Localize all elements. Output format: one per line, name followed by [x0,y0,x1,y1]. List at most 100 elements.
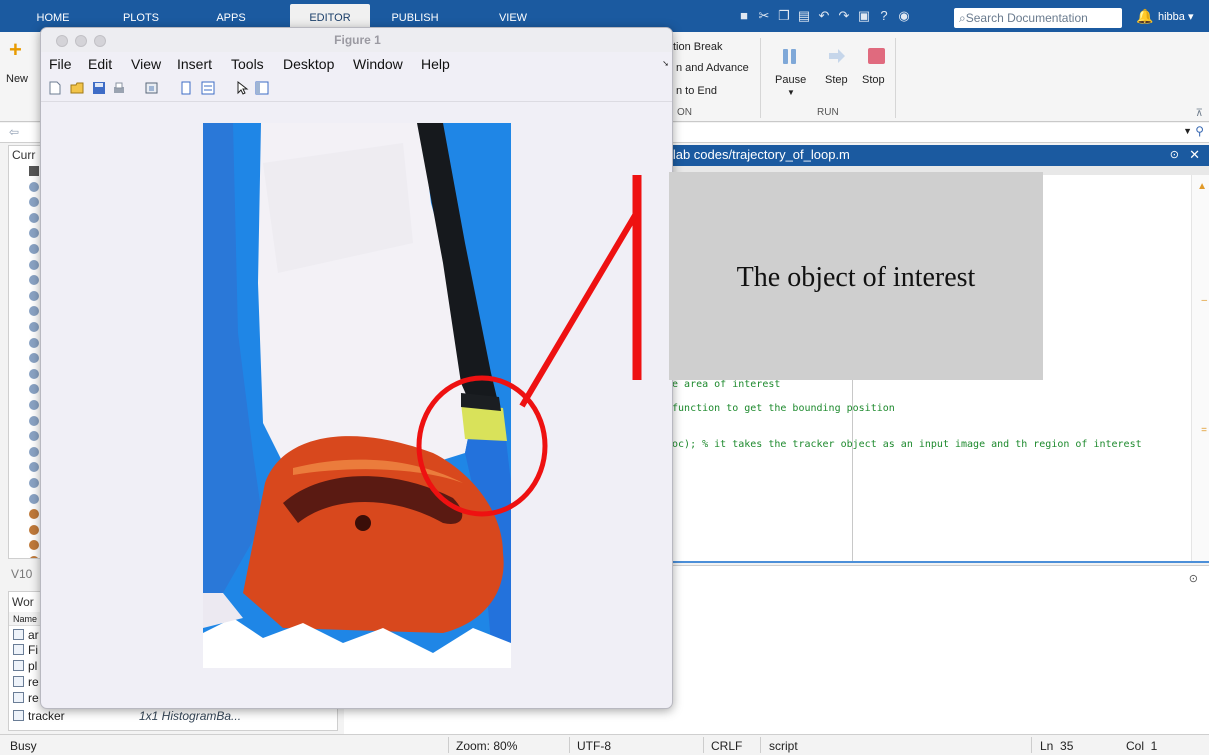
mat-file-icon[interactable] [29,493,39,504]
search-documentation-input[interactable]: ⌕Search Documentation [954,8,1122,28]
m-file-icon[interactable] [29,524,39,535]
mat-file-icon[interactable] [29,244,39,254]
new-label: New [6,73,29,85]
run-group-label: RUN [817,107,839,118]
command-window-actions-icon[interactable]: ⊙ [1189,572,1198,585]
mat-file-icon[interactable] [29,228,39,239]
mat-file-icon[interactable] [29,212,39,223]
variable-name: ar [28,628,39,642]
address-dropdown-icon[interactable]: ▼ [1183,126,1192,136]
object-icon [13,660,24,671]
pause-dropdown-icon[interactable]: ▼ [787,88,795,97]
warning-marker-icon[interactable]: = [1201,425,1207,436]
help-icon[interactable]: ? [875,7,893,25]
status-separator [569,737,570,753]
menu-desktop[interactable]: Desktop [283,56,334,72]
menu-window[interactable]: Window [353,56,403,72]
mat-file-icon[interactable] [29,306,39,317]
folder-search-icon[interactable]: ⚲ [1195,124,1204,138]
cut-icon[interactable]: ✂ [755,7,773,25]
hide-plot-tools-icon[interactable] [179,81,193,95]
mat-file-icon[interactable] [29,462,39,473]
mat-file-icon[interactable] [29,322,39,332]
status-separator [448,737,449,753]
community-icon[interactable]: ◉ [895,7,913,25]
stop-button[interactable]: Stop [862,74,885,86]
menu-edit[interactable]: Edit [88,56,112,72]
code-line[interactable]: ne area of interest [666,379,780,390]
property-inspector-icon[interactable] [255,81,269,95]
step-button[interactable]: Step [825,74,848,86]
mat-file-icon[interactable] [29,415,39,426]
code-line[interactable]: Loc); % it takes the tracker object as a… [666,439,1142,450]
mat-file-icon[interactable] [29,275,39,286]
insert-legend-icon[interactable] [201,81,215,95]
mat-file-icon[interactable] [29,431,39,442]
menu-insert[interactable]: Insert [177,56,212,72]
new-button[interactable]: + New [6,39,36,120]
status-zoom: Zoom: 80% [456,739,518,753]
annotation-callout-box: The object of interest [669,172,1043,380]
status-separator [760,737,761,753]
pause-icon[interactable] [779,46,801,66]
mat-file-icon[interactable] [29,353,39,364]
variable-name: tracker [28,709,65,723]
link-plot-icon[interactable] [145,81,159,95]
run-and-advance-breakpoint[interactable]: tion Break [673,41,723,53]
paste-icon[interactable]: ▤ [795,7,813,25]
menu-help[interactable]: Help [421,56,450,72]
mat-file-icon[interactable] [29,181,39,192]
mat-file-icon[interactable] [29,290,39,301]
mat-file-icon[interactable] [29,400,39,410]
save-icon[interactable]: ■ [735,7,753,25]
mat-file-icon[interactable] [29,446,39,457]
save-figure-icon[interactable] [92,81,106,95]
collapse-toolstrip-icon[interactable]: ⊼ [1196,108,1203,119]
user-account-menu[interactable]: hibba ▾ [1158,10,1194,23]
warning-marker-icon[interactable]: ▲ [1197,181,1207,192]
editor-actions-icon[interactable]: ⊙ [1170,148,1179,161]
mat-file-icon[interactable] [29,197,39,208]
undo-icon[interactable]: ↶ [815,7,833,25]
matrix-icon [13,644,24,655]
variable-value: 1x1 HistogramBa... [139,709,242,723]
copy-icon[interactable]: ❐ [775,7,793,25]
object-icon [13,710,24,721]
mat-file-icon[interactable] [29,166,39,176]
mat-file-icon[interactable] [29,368,39,379]
figure-menu-bar: File Edit View Insert Tools Desktop Wind… [41,52,672,76]
new-figure-icon[interactable] [48,81,62,95]
menu-file[interactable]: File [49,56,72,72]
print-icon[interactable] [112,81,126,95]
object-icon [13,692,24,703]
code-line[interactable]: function to get the bounding position [666,403,895,414]
pause-button[interactable]: Pause [775,74,806,86]
mat-file-icon[interactable] [29,478,39,488]
status-separator [703,737,704,753]
figure-title-bar[interactable]: Figure 1 [41,28,672,52]
open-file-icon[interactable] [70,81,84,95]
mat-file-icon[interactable] [29,259,39,270]
notification-bell-icon[interactable]: 🔔 [1136,8,1153,25]
run-and-advance-button[interactable]: n and Advance [676,62,749,74]
menu-tools[interactable]: Tools [231,56,264,72]
run-to-end-button[interactable]: n to End [676,85,717,97]
workspace-row[interactable]: tracker 1x1 HistogramBa... [9,709,339,723]
redo-icon[interactable]: ↷ [835,7,853,25]
m-file-icon[interactable] [29,540,39,551]
dock-figure-icon[interactable]: ➘ [662,59,669,68]
warning-marker-icon[interactable]: – [1201,295,1207,306]
stop-icon[interactable] [866,46,888,66]
edit-plot-pointer-icon[interactable] [235,80,249,95]
status-encoding: UTF-8 [577,739,611,753]
menu-view[interactable]: View [131,56,161,72]
m-file-icon[interactable] [29,509,39,520]
mat-file-icon[interactable] [29,384,39,395]
switch-windows-icon[interactable]: ▣ [855,7,873,25]
status-bar: Busy Zoom: 80% UTF-8 CRLF script Ln 35 C… [0,734,1209,755]
back-arrow-icon[interactable]: ⇦ [9,125,19,139]
mat-file-icon[interactable] [29,337,39,348]
editor-close-icon[interactable]: ✕ [1189,147,1200,163]
variable-name: re [28,675,39,689]
step-icon[interactable] [826,46,848,66]
